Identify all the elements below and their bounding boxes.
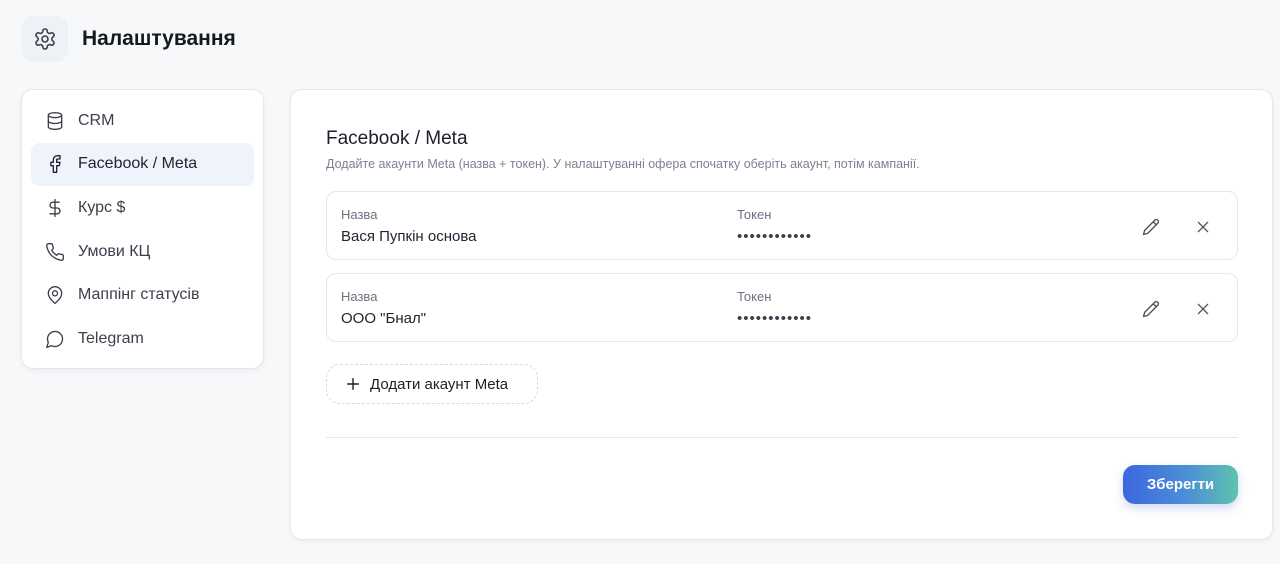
message-icon [44, 328, 66, 350]
database-icon [44, 110, 66, 132]
sidebar-item-telegram[interactable]: Telegram [31, 317, 254, 361]
sidebar-item-label: Курс $ [78, 198, 126, 216]
close-icon [1197, 303, 1209, 315]
pencil-icon [1142, 218, 1160, 236]
section-description: Додайте акаунти Meta (назва + токен). У … [326, 157, 920, 171]
sidebar-item-exchange-rate[interactable]: Курс $ [31, 186, 254, 230]
sidebar-item-facebook-meta[interactable]: Facebook / Meta [31, 142, 254, 187]
token-label: Токен [737, 207, 772, 222]
sidebar-item-status-mapping[interactable]: Маппінг статусів [31, 273, 254, 317]
settings-sidebar: CRM Facebook / Meta Курс $ Умови КЦ Мапп… [21, 89, 264, 369]
delete-button[interactable] [1188, 294, 1218, 324]
account-token: •••••••••••• [737, 310, 813, 327]
name-label: Назва [341, 207, 378, 222]
sidebar-item-label: CRM [78, 111, 115, 129]
account-row: Назва Вася Пупкін основа Токен •••••••••… [326, 191, 1238, 260]
delete-button[interactable] [1188, 212, 1218, 242]
account-row: Назва ООО "Бнал" Токен •••••••••••• [326, 273, 1238, 342]
facebook-icon [44, 153, 66, 175]
sidebar-item-call-center[interactable]: Умови КЦ [31, 230, 254, 274]
phone-icon [44, 241, 66, 263]
sidebar-item-label: Facebook / Meta [78, 155, 198, 173]
sidebar-item-label: Маппінг статусів [78, 286, 200, 304]
add-button-label: Додати акаунт Meta [370, 375, 509, 393]
sidebar-item-crm[interactable]: CRM [31, 99, 254, 143]
save-button[interactable]: Зберегти [1123, 465, 1238, 504]
dollar-icon [44, 197, 66, 219]
account-token: •••••••••••• [737, 228, 813, 245]
map-pin-icon [44, 284, 66, 306]
account-name: ООО "Бнал" [341, 310, 427, 327]
gear-icon [22, 16, 68, 62]
add-meta-account-button[interactable]: Додати акаунт Meta [326, 364, 538, 404]
page-title: Налаштування [82, 27, 236, 50]
page-header: Налаштування [22, 16, 236, 62]
divider [326, 437, 1238, 438]
pencil-icon [1142, 300, 1160, 318]
name-label: Назва [341, 289, 378, 304]
token-label: Токен [737, 289, 772, 304]
sidebar-item-label: Telegram [78, 329, 144, 347]
account-name: Вася Пупкін основа [341, 228, 477, 245]
section-title: Facebook / Meta [326, 128, 468, 149]
close-icon [1197, 221, 1209, 233]
sidebar-item-label: Умови КЦ [78, 242, 151, 260]
edit-button[interactable] [1136, 212, 1166, 242]
edit-button[interactable] [1136, 294, 1166, 324]
settings-panel: Facebook / Meta Додайте акаунти Meta (на… [290, 89, 1273, 540]
plus-icon [346, 377, 360, 391]
